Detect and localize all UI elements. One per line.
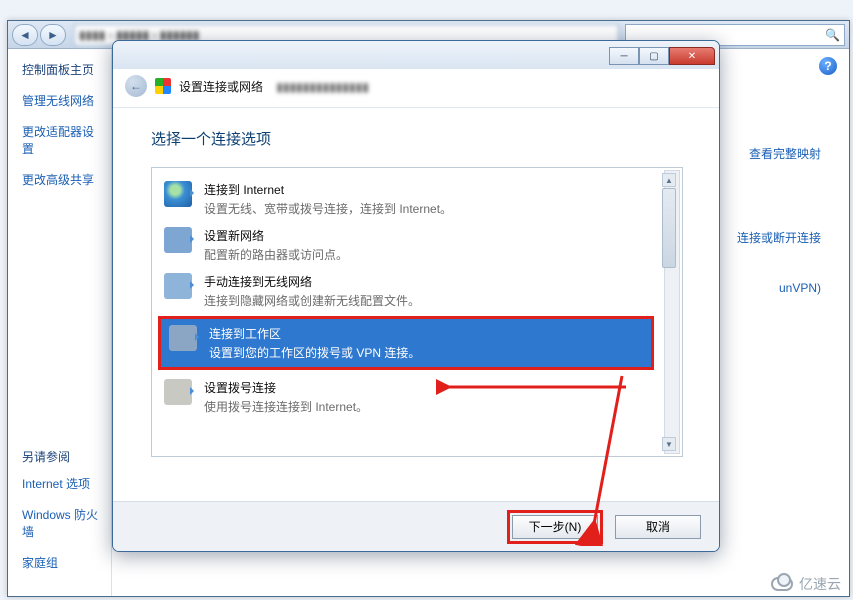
scrollbar[interactable]: ▲ ▼ (664, 170, 680, 454)
nav-back-button[interactable]: ◄ (12, 24, 38, 46)
wizard-back-button[interactable]: ← (125, 75, 147, 97)
option-desc: 使用拨号连接连接到 Internet。 (204, 398, 368, 415)
option-desc: 设置无线、宽带或拨号连接，连接到 Internet。 (204, 200, 452, 217)
search-icon: 🔍 (825, 28, 840, 42)
sidebar-link-firewall[interactable]: Windows 防火墙 (22, 506, 101, 540)
option-title: 设置拨号连接 (204, 379, 368, 396)
option-new-network[interactable]: 设置新网络 配置新的路由器或访问点。 (156, 222, 676, 268)
scroll-down-button[interactable]: ▼ (662, 437, 676, 451)
link-vpn[interactable]: unVPN) (779, 281, 821, 295)
dialog-subtitle: 选择一个连接选项 (151, 128, 683, 149)
sidebar-link-adapter[interactable]: 更改适配器设置 (22, 123, 101, 157)
option-title: 连接到 Internet (204, 181, 452, 198)
option-manual-wireless[interactable]: 手动连接到无线网络 连接到隐藏网络或创建新无线配置文件。 (156, 268, 676, 314)
minimize-button[interactable]: ─ (609, 47, 639, 65)
wifi-icon (164, 273, 192, 299)
scroll-thumb[interactable] (662, 188, 676, 268)
dialog-titlebar: ─ ▢ ✕ (113, 41, 719, 69)
sidebar-link-internet-options[interactable]: Internet 选项 (22, 475, 101, 492)
connection-wizard-dialog: ─ ▢ ✕ ← 设置连接或网络 ▮▮▮▮▮▮▮▮▮▮▮▮▮▮ 选择一个连接选项 … (112, 40, 720, 552)
globe-icon (164, 181, 192, 207)
sidebar-link-homegroup[interactable]: 家庭组 (22, 554, 101, 571)
watermark-text: 亿速云 (799, 574, 841, 594)
option-desc: 配置新的路由器或访问点。 (204, 246, 348, 263)
router-icon (164, 227, 192, 253)
annotation-highlight-next: 下一步(N) (507, 510, 603, 544)
sidebar-see-also-header: 另请参阅 (22, 448, 101, 465)
link-full-map[interactable]: 查看完整映射 (749, 145, 821, 162)
maximize-button[interactable]: ▢ (639, 47, 669, 65)
option-dialup[interactable]: 设置拨号连接 使用拨号连接连接到 Internet。 (156, 374, 676, 420)
help-icon[interactable]: ? (819, 57, 837, 75)
option-connect-workplace[interactable]: 连接到工作区 设置到您的工作区的拨号或 VPN 连接。 (161, 319, 651, 367)
connection-option-list: ▲ ▼ 连接到 Internet 设置无线、宽带或拨号连接，连接到 Intern… (151, 167, 683, 457)
dialog-title: 设置连接或网络 ▮▮▮▮▮▮▮▮▮▮▮▮▮▮ (179, 78, 369, 95)
option-title: 设置新网络 (204, 227, 348, 244)
control-panel-sidebar: 控制面板主页 管理无线网络 更改适配器设置 更改高级共享 另请参阅 Intern… (8, 49, 112, 596)
option-desc: 连接到隐藏网络或创建新无线配置文件。 (204, 292, 420, 309)
option-title: 连接到工作区 (209, 325, 420, 342)
close-button[interactable]: ✕ (669, 47, 715, 65)
dialog-footer: 下一步(N) 取消 (113, 501, 719, 551)
shield-icon (155, 78, 171, 94)
option-desc: 设置到您的工作区的拨号或 VPN 连接。 (209, 344, 420, 361)
dialog-header: ← 设置连接或网络 ▮▮▮▮▮▮▮▮▮▮▮▮▮▮ (113, 69, 719, 108)
sidebar-header: 控制面板主页 (22, 61, 101, 78)
scroll-up-button[interactable]: ▲ (662, 173, 676, 187)
option-title: 手动连接到无线网络 (204, 273, 420, 290)
option-connect-internet[interactable]: 连接到 Internet 设置无线、宽带或拨号连接，连接到 Internet。 (156, 176, 676, 222)
cloud-icon (771, 577, 793, 591)
nav-forward-button[interactable]: ► (40, 24, 66, 46)
sidebar-link-sharing[interactable]: 更改高级共享 (22, 171, 101, 188)
phone-icon (164, 379, 192, 405)
watermark: 亿速云 (771, 574, 841, 594)
workplace-icon (169, 325, 197, 351)
sidebar-link-wireless[interactable]: 管理无线网络 (22, 92, 101, 109)
link-connect-disconnect[interactable]: 连接或断开连接 (737, 229, 821, 246)
next-button[interactable]: 下一步(N) (512, 515, 598, 539)
annotation-highlight-option: 连接到工作区 设置到您的工作区的拨号或 VPN 连接。 (158, 316, 654, 370)
cancel-button[interactable]: 取消 (615, 515, 701, 539)
